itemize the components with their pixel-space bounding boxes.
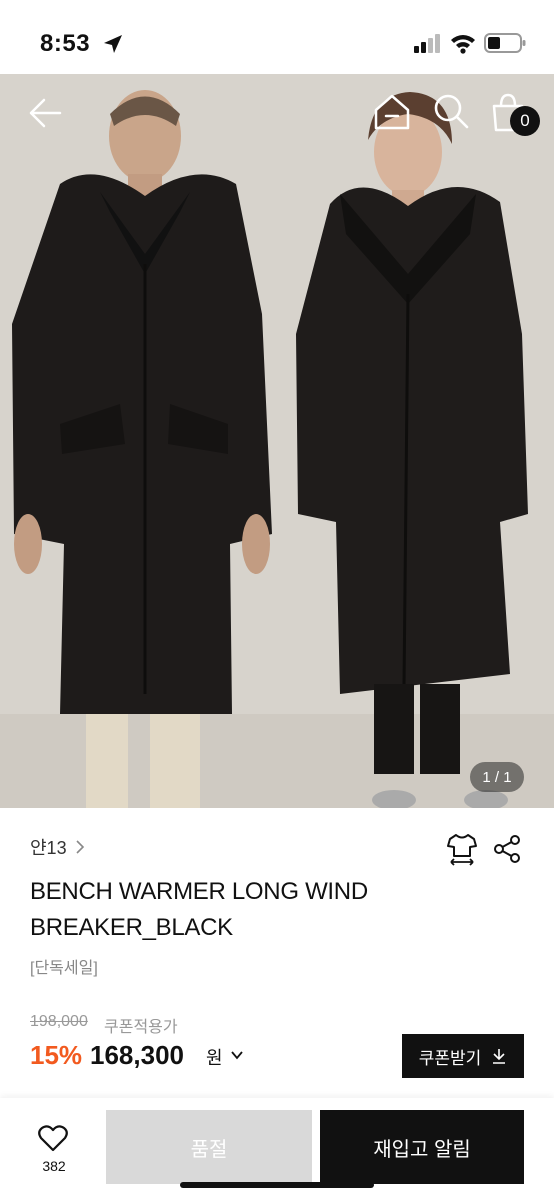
soldout-button[interactable]: 품절 [106, 1110, 312, 1184]
like-button[interactable]: 382 [22, 1124, 86, 1178]
product-image[interactable]: 0 1 / 1 [0, 74, 554, 808]
product-tag: [단독세일] [30, 960, 98, 977]
clipped-text-row [30, 1086, 170, 1094]
home-icon[interactable] [372, 92, 412, 132]
product-photo [0, 74, 554, 808]
restock-alert-button[interactable]: 재입고 알림 [320, 1110, 524, 1184]
cart-count-badge: 0 [510, 106, 540, 136]
coupon-button-label: 쿠폰받기 [418, 1048, 482, 1068]
product-title: BENCH WARMER LONG WIND BREAKER_BLACK [30, 878, 368, 941]
chevron-right-icon [76, 840, 84, 854]
status-time: 8:53 [40, 30, 91, 57]
discount-rate: 15% [30, 1040, 83, 1070]
brand-name: 얀13 [30, 838, 67, 858]
coupon-download-button[interactable]: 쿠폰받기 [402, 1034, 524, 1078]
cellular-signal-icon [414, 34, 440, 53]
brand-link[interactable]: 얀13 [30, 834, 87, 860]
like-count: 382 [42, 1158, 66, 1174]
size-guide-icon[interactable] [446, 832, 478, 866]
share-icon[interactable] [492, 834, 522, 864]
battery-icon [484, 33, 526, 53]
coupon-price-label: 쿠폰적용가 [104, 1019, 178, 1036]
location-arrow-icon [104, 35, 122, 53]
home-indicator [180, 1182, 374, 1188]
final-price: 168,300 [90, 1040, 184, 1070]
chevron-down-icon[interactable] [230, 1048, 244, 1062]
download-icon [493, 1049, 506, 1064]
search-icon[interactable] [432, 92, 470, 130]
heart-icon [38, 1125, 68, 1152]
status-bar: 8:53 [0, 0, 554, 74]
image-counter: 1 / 1 [470, 762, 524, 792]
currency-unit: 원 [206, 1048, 223, 1068]
back-arrow-icon[interactable] [26, 94, 64, 132]
original-price: 198,000 [30, 1013, 88, 1030]
wifi-icon [451, 35, 475, 54]
